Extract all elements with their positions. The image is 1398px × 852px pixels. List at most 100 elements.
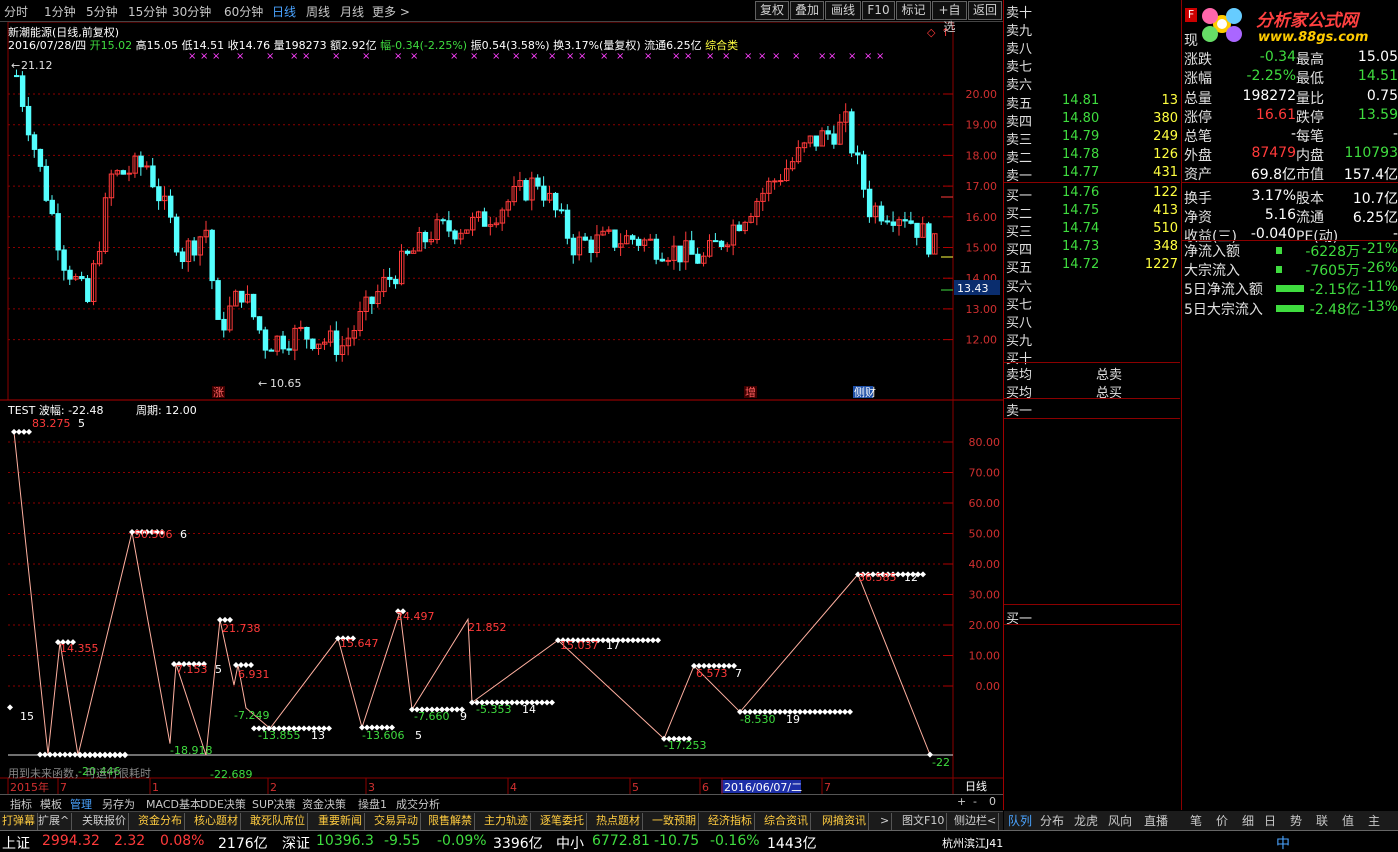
right-tab-1[interactable]: 分布 bbox=[1040, 812, 1064, 829]
toolbar-button-3[interactable]: F10 bbox=[862, 1, 895, 20]
order-book-row[interactable]: 买六 bbox=[1004, 276, 1180, 295]
fund-flow-row[interactable]: 5日大宗流入 -2.48亿 -13% bbox=[1184, 299, 1398, 319]
timeframe-tab-2[interactable]: 5分钟 bbox=[86, 3, 118, 20]
stock-title[interactable]: 新潮能源(日线,前复权) bbox=[8, 24, 119, 40]
indicator-tab-6[interactable]: SUP决策 bbox=[252, 796, 296, 812]
order-book-row[interactable]: 卖九 bbox=[1004, 20, 1180, 39]
order-book-row[interactable]: 买二 14.75 413 bbox=[1004, 203, 1180, 222]
order-book-row[interactable]: 买七 bbox=[1004, 294, 1180, 313]
zoom-out-button[interactable]: - bbox=[973, 795, 977, 808]
timeframe-tab-9[interactable]: 更多 > bbox=[372, 3, 410, 20]
indicator-tab-2[interactable]: 管理 bbox=[70, 796, 92, 812]
info-tab-7[interactable]: 交易异动 bbox=[372, 813, 421, 830]
toolbar-button-2[interactable]: 画线 bbox=[825, 1, 861, 20]
info-tab-18[interactable]: 侧边栏< bbox=[952, 813, 1000, 830]
info-tab-4[interactable]: 核心题材 bbox=[192, 813, 241, 830]
info-tab-15[interactable]: 网摘资讯 bbox=[820, 813, 869, 830]
fund-flow-row[interactable]: 大宗流入 -7605万 -26% bbox=[1184, 260, 1398, 280]
order-book-row[interactable]: 买八 bbox=[1004, 312, 1180, 331]
order-book-row[interactable]: 卖三 14.79 249 bbox=[1004, 129, 1180, 148]
order-book-row[interactable]: 卖五 14.81 13 bbox=[1004, 93, 1180, 112]
ime-indicator[interactable]: 中 bbox=[1276, 833, 1290, 852]
close-value: 14.76 bbox=[238, 39, 271, 52]
right-tab-3[interactable]: 风向 bbox=[1108, 812, 1132, 829]
indicator-tab-7[interactable]: 资金决策 bbox=[302, 796, 346, 812]
right-tab-4[interactable]: 直播 bbox=[1144, 812, 1168, 829]
toolbar-button-4[interactable]: 标记 bbox=[896, 1, 931, 20]
info-tab-3[interactable]: 资金分布 bbox=[136, 813, 185, 830]
order-book-row[interactable]: 卖二 14.78 126 bbox=[1004, 147, 1180, 166]
info-tab-8[interactable]: 限售解禁 bbox=[426, 813, 475, 830]
server-name[interactable]: 杭州滨江J41 bbox=[942, 835, 1003, 851]
order-book-row[interactable]: 卖八 bbox=[1004, 38, 1180, 57]
timeframe-tab-6[interactable]: 日线 bbox=[272, 3, 296, 20]
info-tab-14[interactable]: 综合资讯 bbox=[762, 813, 811, 830]
sh-index-name[interactable]: 上证 bbox=[2, 833, 30, 852]
info-tab-10[interactable]: 逐笔委托 bbox=[538, 813, 587, 830]
indicator-tab-8[interactable]: 操盘1 bbox=[358, 796, 387, 812]
order-book-row[interactable]: 卖七 bbox=[1004, 56, 1180, 75]
right-tab-11[interactable]: 值 bbox=[1342, 812, 1354, 829]
right-tab-9[interactable]: 势 bbox=[1290, 812, 1302, 829]
order-book-row[interactable]: 卖四 14.80 380 bbox=[1004, 111, 1180, 130]
event-marker-2[interactable]: 侧财 bbox=[854, 385, 876, 399]
indicator-tab-9[interactable]: 成交分析 bbox=[396, 796, 440, 812]
indicator-name[interactable]: TEST bbox=[8, 404, 35, 417]
event-marker-1[interactable]: 增 bbox=[745, 385, 756, 399]
event-marker-0[interactable]: 涨 bbox=[213, 386, 224, 399]
zx-index-name[interactable]: 中小 bbox=[556, 833, 584, 852]
fund-flow-row[interactable]: 5日净流入额 -2.15亿 -11% bbox=[1184, 279, 1398, 299]
sz-index-name[interactable]: 深证 bbox=[282, 833, 310, 852]
right-tab-2[interactable]: 龙虎 bbox=[1074, 812, 1098, 829]
info-tab-2[interactable]: 关联报价 bbox=[80, 813, 129, 830]
info-tab-17[interactable]: 图文F10 bbox=[900, 813, 948, 830]
right-tab-12[interactable]: 主 bbox=[1368, 812, 1380, 829]
right-tab-10[interactable]: 联 bbox=[1316, 812, 1328, 829]
f10-icon[interactable]: F bbox=[1185, 8, 1197, 22]
order-book-row[interactable]: 卖十 bbox=[1004, 2, 1180, 21]
indicator-tab-1[interactable]: 模板 bbox=[40, 796, 62, 812]
timeframe-tab-5[interactable]: 60分钟 bbox=[224, 3, 263, 20]
order-book-row[interactable]: 买三 14.74 510 bbox=[1004, 221, 1180, 240]
order-book-row[interactable]: 买一 14.76 122 bbox=[1004, 185, 1180, 204]
timeframe-tab-7[interactable]: 周线 bbox=[306, 3, 330, 20]
right-tab-5[interactable]: 笔 bbox=[1190, 812, 1202, 829]
zoom-in-button[interactable]: + bbox=[957, 795, 966, 808]
indicator-tab-4[interactable]: MACD基本 bbox=[146, 796, 201, 812]
toolbar-button-6[interactable]: 返回 bbox=[968, 1, 1002, 20]
timeframe-tab-0[interactable]: 分时 bbox=[4, 3, 28, 20]
info-tab-16[interactable]: > bbox=[878, 813, 893, 830]
timeframe-tab-3[interactable]: 15分钟 bbox=[128, 3, 167, 20]
info-tab-9[interactable]: 主力轨迹 bbox=[482, 813, 531, 830]
info-tab-12[interactable]: 一致预期 bbox=[650, 813, 699, 830]
kline-chart-area[interactable]: 20.0019.0018.0017.0016.0015.0014.0013.00… bbox=[0, 0, 1003, 794]
toolbar-button-1[interactable]: 叠加 bbox=[790, 1, 824, 20]
indicator-tab-5[interactable]: DDE决策 bbox=[200, 796, 246, 812]
toolbar-button-5[interactable]: +自选 bbox=[932, 1, 967, 34]
order-book-row[interactable]: 买四 14.73 348 bbox=[1004, 239, 1180, 258]
info-tab-13[interactable]: 经济指标 bbox=[706, 813, 755, 830]
info-tab-1[interactable]: 扩展^ bbox=[36, 813, 73, 830]
order-book-row[interactable]: 卖六 bbox=[1004, 74, 1180, 93]
indicator-tab-3[interactable]: 另存为 bbox=[102, 796, 135, 812]
order-book-row[interactable]: 买五 14.72 1227 bbox=[1004, 257, 1180, 276]
right-tab-0[interactable]: 队列 bbox=[1008, 812, 1032, 829]
diamond-icon[interactable]: ◇ bbox=[927, 26, 936, 39]
info-tab-6[interactable]: 重要新闻 bbox=[316, 813, 365, 830]
order-book-row[interactable]: 买九 bbox=[1004, 330, 1180, 349]
info-tab-0[interactable]: 打弹幕 bbox=[0, 813, 38, 830]
fund-flow-row[interactable]: 净流入额 -6228万 -21% bbox=[1184, 241, 1398, 261]
category-value[interactable]: 综合类 bbox=[705, 39, 738, 52]
timeframe-tab-8[interactable]: 月线 bbox=[340, 3, 364, 20]
info-tab-5[interactable]: 敢死队席位 bbox=[248, 813, 308, 830]
toolbar-button-0[interactable]: 复权 bbox=[755, 1, 789, 20]
timeframe-tab-4[interactable]: 30分钟 bbox=[172, 3, 211, 20]
timeframe-tab-1[interactable]: 1分钟 bbox=[44, 3, 76, 20]
order-book-row[interactable]: 卖一 14.77 431 bbox=[1004, 165, 1180, 184]
right-tab-8[interactable]: 日 bbox=[1264, 812, 1276, 829]
right-tab-7[interactable]: 细 bbox=[1242, 812, 1254, 829]
indicator-tab-0[interactable]: 指标 bbox=[10, 796, 32, 812]
zoom-reset-button[interactable]: 0 bbox=[989, 795, 996, 808]
right-tab-6[interactable]: 价 bbox=[1216, 812, 1228, 829]
info-tab-11[interactable]: 热点题材 bbox=[594, 813, 643, 830]
